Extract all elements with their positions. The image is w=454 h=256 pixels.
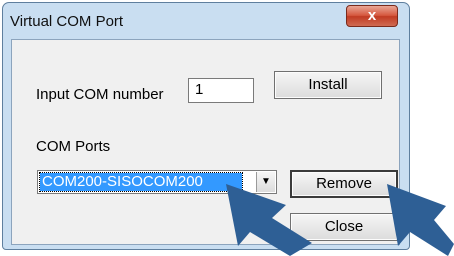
remove-button[interactable]: Remove: [290, 170, 398, 198]
window-title: Virtual COM Port: [10, 13, 124, 30]
install-button[interactable]: Install: [274, 71, 382, 99]
chevron-down-icon[interactable]: ▼: [256, 172, 275, 192]
window-close-button[interactable]: x: [346, 5, 398, 27]
close-button[interactable]: Close: [290, 213, 398, 241]
selected-port: COM200-SISOCOM200: [39, 172, 243, 192]
com-ports-label: COM Ports: [36, 138, 111, 155]
close-icon: x: [367, 7, 377, 24]
com-ports-dropdown[interactable]: COM200-SISOCOM200 ▼: [37, 170, 277, 194]
input-com-label: Input COM number: [36, 86, 164, 103]
com-number-input[interactable]: 1: [188, 78, 254, 103]
